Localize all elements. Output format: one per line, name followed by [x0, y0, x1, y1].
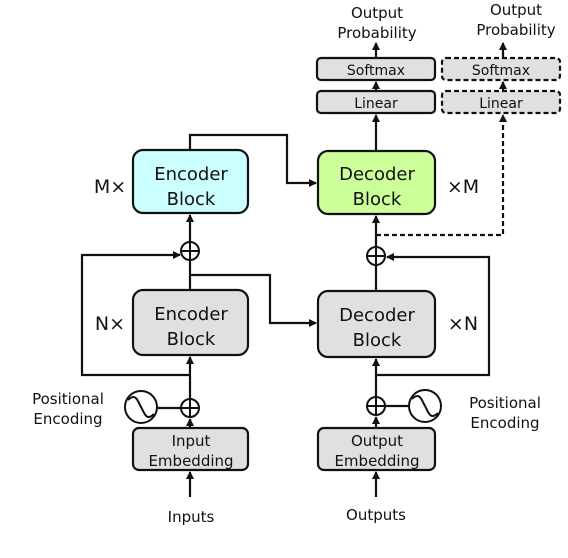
decoder-block-n: Decoder Block: [316, 289, 437, 359]
output-probability-label: Output Probability: [337, 4, 416, 42]
positional-encoding-label: Positional Encoding: [32, 390, 104, 428]
sine-wave-icon: [408, 389, 442, 423]
positional-encoding-label-right: Positional Encoding: [469, 394, 541, 432]
add-icon: [180, 241, 200, 261]
linear-block-dashed: Linear: [440, 89, 562, 115]
encoder-block-m: Encoder Block: [131, 148, 250, 215]
output-probability-label-dashed: Output Probability: [476, 1, 555, 39]
repeat-m-label-right: ×M: [447, 176, 479, 198]
outputs-label: Outputs: [346, 506, 406, 524]
repeat-n-label: N×: [95, 313, 125, 335]
output-embedding-block: Output Embedding: [316, 426, 437, 472]
linear-block: Linear: [315, 89, 437, 115]
add-icon: [366, 396, 386, 416]
svg-text:Linear: Linear: [354, 96, 398, 112]
sine-wave-icon: [124, 390, 158, 424]
svg-text:Linear: Linear: [479, 96, 523, 112]
decoder-block-m: Decoder Block: [316, 149, 437, 216]
softmax-block-dashed: Softmax: [440, 56, 562, 82]
inputs-label: Inputs: [168, 508, 215, 526]
add-icon: [366, 246, 386, 266]
softmax-block: Softmax: [315, 56, 437, 82]
svg-text:Softmax: Softmax: [472, 63, 530, 79]
encoder-block-n: Encoder Block: [131, 288, 250, 357]
transformer-diagram: Output Probability Softmax Linear Output P…: [32, 1, 562, 526]
svg-text:Softmax: Softmax: [347, 63, 405, 79]
repeat-m-label: M×: [94, 176, 126, 198]
input-embedding-block: Input Embedding: [131, 426, 250, 472]
add-icon: [180, 398, 200, 418]
repeat-n-label-right: ×N: [448, 313, 478, 335]
